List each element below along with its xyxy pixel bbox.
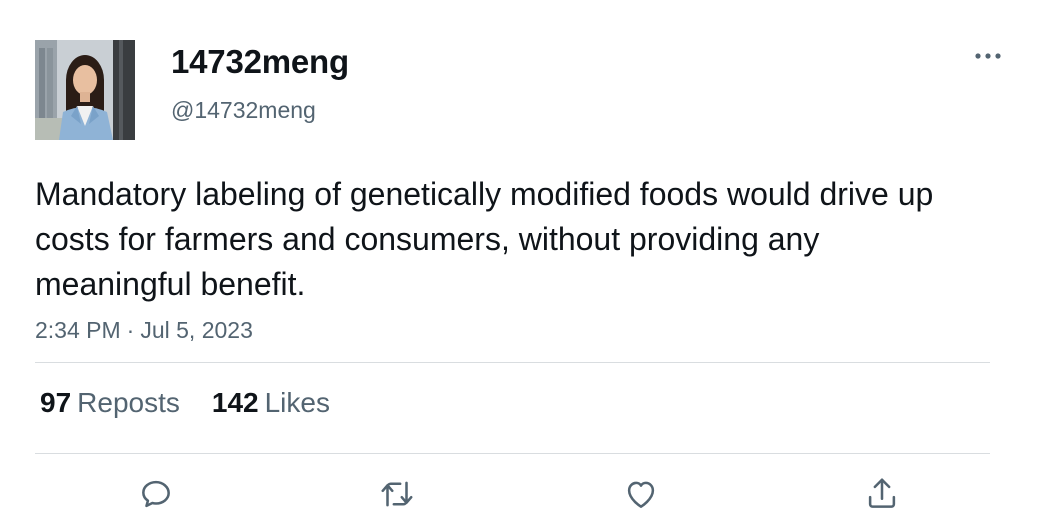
reposts-stat[interactable]: 97 Reposts bbox=[40, 387, 180, 419]
repost-icon bbox=[381, 481, 413, 507]
avatar[interactable] bbox=[35, 40, 135, 140]
user-handle[interactable]: @14732meng bbox=[171, 97, 316, 124]
repost-button[interactable] bbox=[375, 472, 419, 516]
display-name[interactable]: 14732meng bbox=[171, 43, 349, 81]
likes-stat[interactable]: 142 Likes bbox=[212, 387, 330, 419]
likes-count: 142 bbox=[211, 387, 259, 418]
divider bbox=[35, 362, 990, 363]
tweet-text: Mandatory labeling of genetically modifi… bbox=[35, 176, 934, 302]
divider bbox=[35, 453, 990, 454]
like-button[interactable] bbox=[619, 472, 663, 516]
profile-photo-icon bbox=[35, 40, 135, 140]
share-button[interactable] bbox=[860, 472, 904, 516]
action-bar bbox=[0, 472, 1050, 517]
timestamp-separator: · bbox=[126, 317, 135, 343]
engagement-stats: 97 Reposts 142 Likes bbox=[40, 387, 330, 419]
tweet-card: 14732meng @14732meng Mandatory labeling … bbox=[0, 0, 1050, 525]
heart-icon bbox=[627, 481, 655, 508]
reply-button[interactable] bbox=[134, 472, 178, 516]
tweet-date: Jul 5, 2023 bbox=[140, 317, 253, 343]
reposts-count: 97 bbox=[40, 387, 72, 418]
reposts-label: Reposts bbox=[77, 387, 180, 418]
more-horizontal-icon bbox=[975, 53, 1001, 59]
tweet-timestamp[interactable]: 2:34 PM · Jul 5, 2023 bbox=[35, 317, 253, 344]
more-options-button[interactable] bbox=[970, 42, 1006, 70]
share-icon bbox=[868, 478, 896, 508]
likes-label: Likes bbox=[264, 387, 330, 418]
reply-icon bbox=[142, 480, 170, 508]
tweet-time: 2:34 PM bbox=[35, 317, 121, 343]
